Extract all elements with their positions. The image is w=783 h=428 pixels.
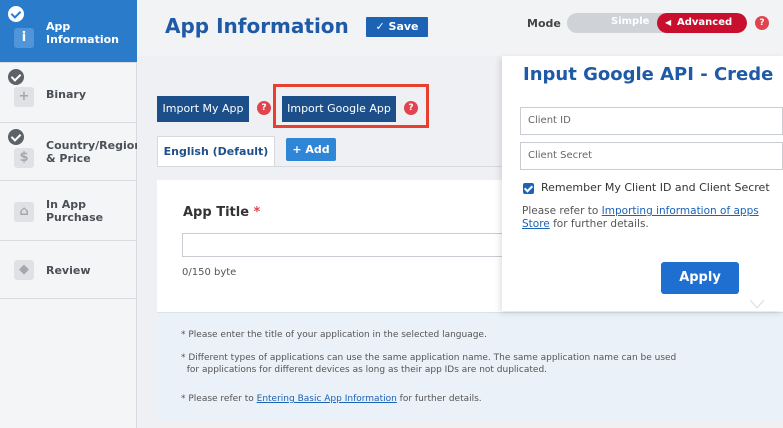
sidebar-item-in-app-purchase[interactable]: ⌂ In App Purchase <box>0 181 137 241</box>
shield-icon: ◆ <box>14 260 34 280</box>
required-mark: * <box>253 205 261 220</box>
sidebar-item-label: Review <box>46 264 91 277</box>
sidebar: i App Information + Binary $ Country/Regi… <box>0 0 142 428</box>
check-icon <box>8 129 24 145</box>
client-secret-input[interactable]: Client Secret <box>520 142 783 170</box>
panel-pointer-icon <box>750 300 764 308</box>
remember-checkbox[interactable] <box>523 183 534 194</box>
mode-toggle[interactable]: Simple ◀ Advanced <box>567 13 747 33</box>
page-title: App Information <box>165 14 349 38</box>
mode-simple-option[interactable]: Simple <box>611 16 649 27</box>
import-my-app-button[interactable]: Import My App <box>157 96 249 122</box>
tab-english-default[interactable]: English (Default) <box>157 136 275 166</box>
chevron-left-icon: ◀ <box>665 18 672 27</box>
byte-counter: 0/150 byte <box>182 267 237 278</box>
sidebar-item-country-region[interactable]: $ Country/Region & Price <box>0 123 142 181</box>
sidebar-item-review[interactable]: ◆ Review <box>0 241 137 299</box>
add-language-button[interactable]: + Add <box>286 138 336 161</box>
sidebar-item-label: Binary <box>46 88 87 101</box>
mode-label: Mode <box>527 17 561 30</box>
note-text: * Different types of applications can us… <box>181 353 677 375</box>
app-title-label: App Title * <box>183 205 261 220</box>
dollar-icon: $ <box>14 148 34 168</box>
sidebar-item-binary[interactable]: + Binary <box>0 63 137 123</box>
note-text: * Please enter the title of your applica… <box>181 330 487 340</box>
mode-advanced-option[interactable]: ◀ Advanced <box>657 13 747 33</box>
check-icon <box>8 69 24 85</box>
remember-label: Remember My Client ID and Client Secret <box>541 181 770 194</box>
help-icon[interactable]: ? <box>257 101 271 115</box>
entering-basic-app-info-link[interactable]: Entering Basic App Information <box>257 394 397 404</box>
highlight-box <box>273 84 429 128</box>
apply-button[interactable]: Apply <box>661 262 739 294</box>
sidebar-item-label: In App Purchase <box>46 198 104 224</box>
check-icon: ✓ <box>375 20 389 33</box>
help-icon[interactable]: ? <box>755 16 769 30</box>
importing-info-link[interactable]: Importing information of apps <box>602 205 759 217</box>
plus-icon: + <box>14 87 34 107</box>
sidebar-item-app-information[interactable]: i App Information <box>0 0 137 63</box>
note-text: * Please refer to Entering Basic App Inf… <box>181 394 482 404</box>
sidebar-item-label: Country/Region & Price <box>46 139 143 165</box>
sidebar-item-label: App Information <box>46 20 119 46</box>
store-link[interactable]: Store <box>522 218 550 230</box>
save-button[interactable]: ✓ Save <box>366 17 428 37</box>
panel-title: Input Google API - Crede <box>523 64 774 85</box>
client-id-input[interactable]: Client ID <box>520 107 783 135</box>
info-icon: i <box>14 28 34 48</box>
check-icon <box>8 6 24 22</box>
refer-text: Please refer to Importing information of… <box>522 205 759 230</box>
cart-icon: ⌂ <box>14 202 34 222</box>
